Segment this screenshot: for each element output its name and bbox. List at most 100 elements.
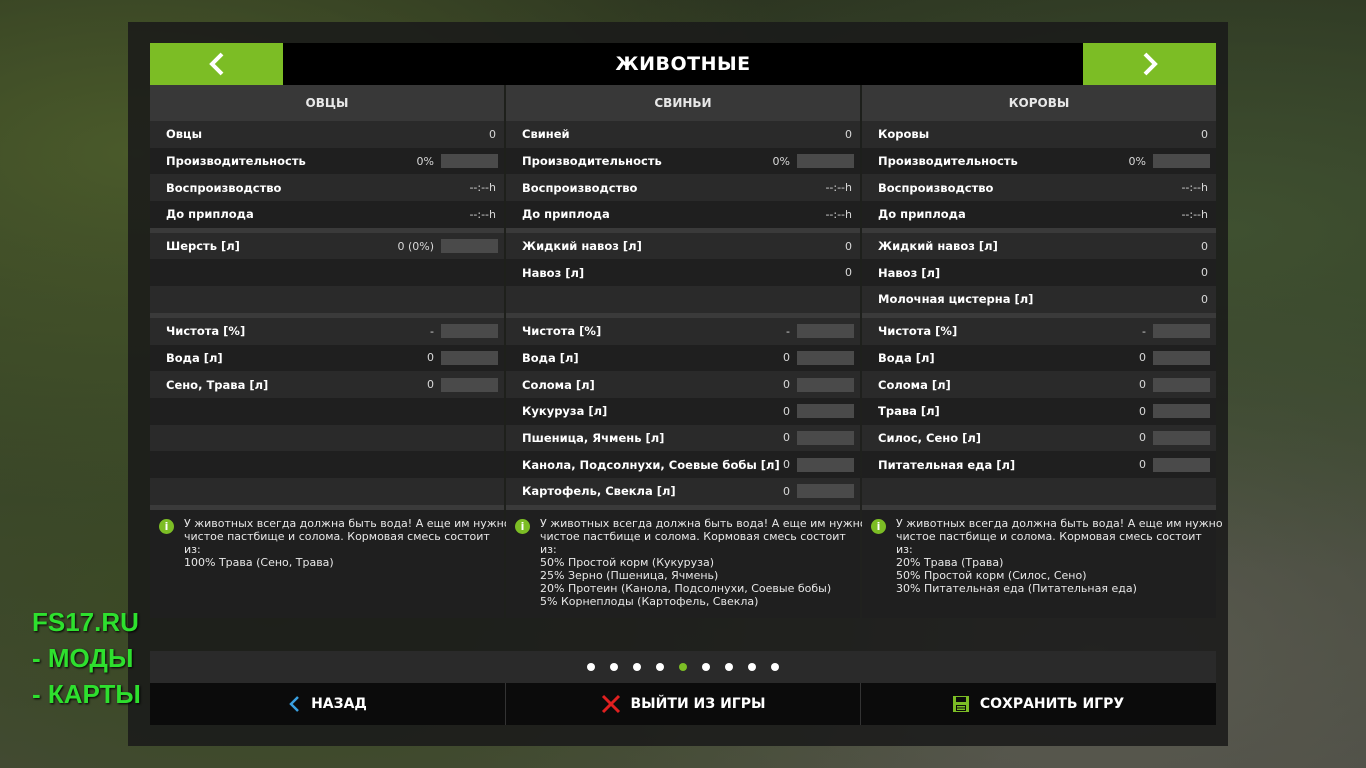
page-dot[interactable] bbox=[771, 663, 779, 671]
row-value: 0 bbox=[489, 127, 496, 141]
page-dot[interactable] bbox=[725, 663, 733, 671]
stats-row: Воспроизводство --:--h bbox=[862, 174, 1216, 202]
row-label: Воспроизводство bbox=[522, 180, 638, 195]
column-sheep: ОВЦЫ Овцы 0 Производительность 0% Воспроизвод… bbox=[150, 85, 511, 618]
row-label: Кукуруза [л] bbox=[522, 404, 608, 419]
feed-info-box: i У животных всегда должна быть вода! А е… bbox=[150, 509, 511, 618]
info-icon: i bbox=[515, 518, 530, 534]
row-value: 0 bbox=[427, 351, 434, 365]
row-label: Солома [л] bbox=[522, 377, 595, 392]
stats-row: Производительность 0% bbox=[862, 147, 1216, 175]
needs-row: Сено, Трава [л] 0 bbox=[150, 371, 504, 398]
page-dot[interactable] bbox=[633, 663, 641, 671]
needs-row: Чистота [%] - bbox=[862, 317, 1216, 345]
row-label: Шерсть [л] bbox=[166, 239, 240, 254]
needs-row: Картофель, Свекла [л] 0 bbox=[506, 477, 860, 505]
needs-row bbox=[150, 424, 504, 452]
row-value: 0 bbox=[783, 404, 790, 418]
row-label: Картофель, Свекла [л] bbox=[522, 484, 676, 499]
row-value: 0 bbox=[1139, 378, 1146, 392]
level-bar bbox=[797, 154, 854, 169]
info-line: 20% Протеин (Канола, Подсолнухи, Соевые … bbox=[540, 581, 832, 595]
row-value: --:--h bbox=[469, 181, 496, 195]
products-row: Молочная цистерна [л] 0 bbox=[862, 286, 1216, 313]
row-value: --:--h bbox=[1181, 207, 1208, 221]
row-value: 0 bbox=[1201, 127, 1208, 141]
row-label: Овцы bbox=[166, 127, 202, 142]
stats-row: Воспроизводство --:--h bbox=[506, 174, 860, 202]
stats-row: Овцы 0 bbox=[150, 121, 504, 148]
level-bar bbox=[441, 324, 498, 339]
stats-row: Свиней 0 bbox=[506, 121, 860, 148]
animals-panel: ЖИВОТНЫЕ ОВЦЫ Овцы 0 Производительность 0% Во… bbox=[150, 43, 1223, 725]
row-value: 0 bbox=[427, 378, 434, 392]
column-header: СВИНЬИ bbox=[506, 85, 860, 121]
row-value: 0 bbox=[1139, 458, 1146, 472]
products-row bbox=[150, 286, 504, 313]
level-bar bbox=[441, 377, 498, 392]
level-bar bbox=[1153, 324, 1210, 339]
needs-row: Солома [л] 0 bbox=[862, 371, 1216, 398]
row-value: --:--h bbox=[1181, 181, 1208, 195]
info-line: 5% Корнеплоды (Картофель, Свекла) bbox=[540, 594, 759, 608]
back-button[interactable]: НАЗАД bbox=[150, 683, 504, 725]
needs-row: Канола, Подсолнухи, Соевые бобы [л] 0 bbox=[506, 451, 860, 478]
next-page-button[interactable] bbox=[1083, 43, 1216, 85]
prev-page-button[interactable] bbox=[150, 43, 283, 85]
row-value: 0 bbox=[1139, 431, 1146, 445]
column-header: ОВЦЫ bbox=[150, 85, 504, 121]
needs-row: Силос, Сено [л] 0 bbox=[862, 424, 1216, 452]
needs-row bbox=[150, 477, 504, 505]
page-indicator bbox=[150, 651, 1216, 683]
row-value: --:--h bbox=[469, 207, 496, 221]
level-bar bbox=[1153, 430, 1210, 445]
level-bar bbox=[441, 350, 498, 365]
info-line: У животных всегда должна быть вода! А ещ… bbox=[540, 516, 867, 530]
row-label: Чистота [%] bbox=[166, 324, 246, 339]
save-game-button[interactable]: СОХРАНИТЬ ИГРУ bbox=[861, 683, 1215, 725]
row-label: Воспроизводство bbox=[166, 180, 282, 195]
row-value: - bbox=[430, 324, 434, 338]
chevron-left-icon bbox=[289, 696, 299, 712]
row-value: - bbox=[786, 324, 790, 338]
row-label: Жидкий навоз [л] bbox=[878, 239, 998, 254]
row-label: До приплода bbox=[166, 207, 254, 222]
row-value: 0 bbox=[845, 239, 852, 253]
level-bar bbox=[797, 324, 854, 339]
feed-info-box: i У животных всегда должна быть вода! А е… bbox=[506, 509, 867, 618]
needs-row bbox=[150, 451, 504, 478]
row-label: Навоз [л] bbox=[522, 265, 585, 280]
row-value: 0 bbox=[1201, 266, 1208, 280]
row-value: 0 bbox=[783, 484, 790, 498]
stats-row: Производительность 0% bbox=[150, 147, 504, 175]
quit-game-button[interactable]: ВЫЙТИ ИЗ ИГРЫ bbox=[506, 683, 860, 725]
column-header: КОРОВЫ bbox=[862, 85, 1216, 121]
info-line: 25% Зерно (Пшеница, Ячмень) bbox=[540, 568, 719, 582]
row-label: Солома [л] bbox=[878, 377, 951, 392]
page-dot[interactable] bbox=[587, 663, 595, 671]
page-dot[interactable] bbox=[656, 663, 664, 671]
row-label: Вода [л] bbox=[522, 350, 579, 365]
page-dot[interactable] bbox=[748, 663, 756, 671]
row-value: 0% bbox=[416, 154, 434, 168]
row-value: 0% bbox=[1128, 154, 1146, 168]
page-dot[interactable] bbox=[679, 663, 687, 671]
stats-row: До приплода --:--h bbox=[150, 201, 504, 228]
row-label: Воспроизводство bbox=[878, 180, 994, 195]
level-bar bbox=[441, 239, 498, 254]
page-dot[interactable] bbox=[610, 663, 618, 671]
back-label: НАЗАД bbox=[311, 696, 367, 712]
level-bar bbox=[1153, 350, 1210, 365]
chevron-left-icon bbox=[208, 52, 223, 76]
products-row: Жидкий навоз [л] 0 bbox=[862, 232, 1216, 260]
page-dot[interactable] bbox=[702, 663, 710, 671]
stats-row: Производительность 0% bbox=[506, 147, 860, 175]
level-bar bbox=[797, 350, 854, 365]
row-label: До приплода bbox=[522, 207, 610, 222]
column-cows: КОРОВЫ Коровы 0 Производительность 0% Воспрои… bbox=[862, 85, 1223, 618]
row-value: 0 bbox=[845, 127, 852, 141]
needs-row: Солома [л] 0 bbox=[506, 371, 860, 398]
needs-row: Вода [л] 0 bbox=[862, 344, 1216, 372]
info-line: чистое пастбище и солома. Кормовая смесь… bbox=[540, 529, 846, 543]
row-value: 0 bbox=[783, 458, 790, 472]
